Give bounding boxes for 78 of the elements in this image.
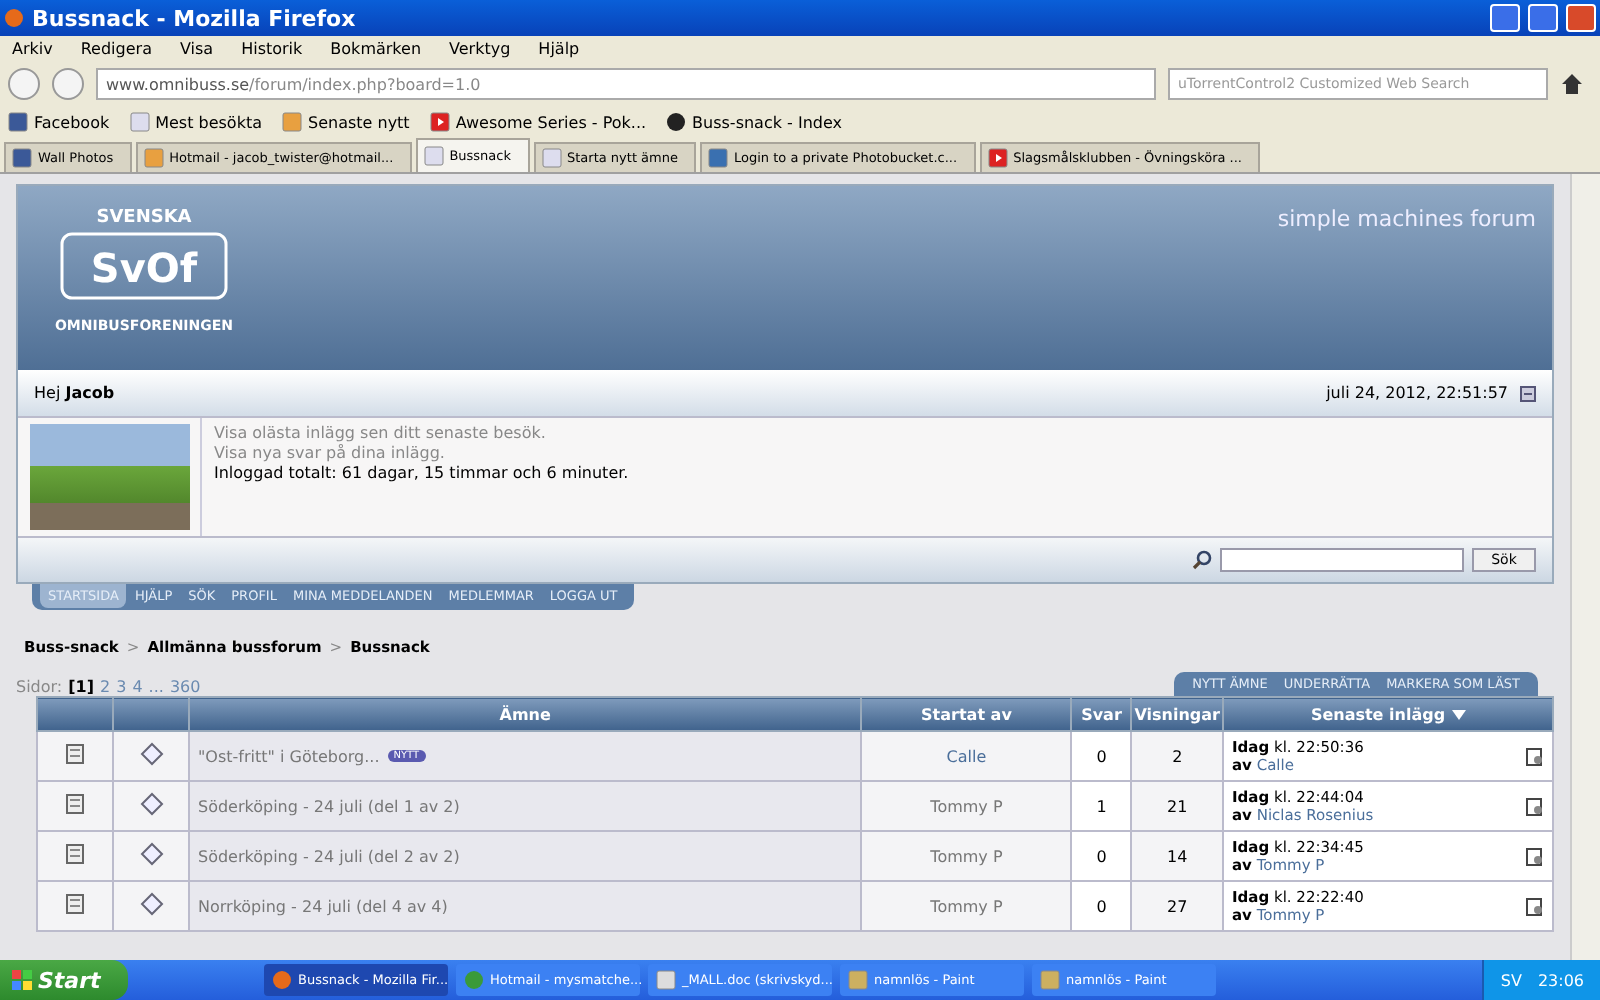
diamond-icon	[139, 792, 163, 816]
subject-cell[interactable]: Söderköping - 24 juli (del 2 av 2)	[189, 831, 862, 881]
bookmark-link[interactable]: Mest besökta	[129, 112, 262, 132]
play-icon	[987, 148, 1008, 168]
column-header[interactable]: Visningar	[1131, 697, 1223, 731]
page-icon	[541, 148, 561, 168]
diamond-icon	[139, 892, 163, 916]
diamond-icon	[139, 742, 163, 766]
info-link[interactable]: Visa olästa inlägg sen ditt senaste besök.	[214, 424, 629, 444]
close-button[interactable]	[1566, 4, 1596, 32]
views-cell: 2	[1131, 731, 1223, 781]
page-link[interactable]: 3	[116, 678, 127, 696]
window-title: Bussnack - Mozilla Firefox	[32, 5, 358, 31]
views-cell: 27	[1131, 881, 1223, 931]
page-icon	[423, 146, 444, 166]
forward-button[interactable]	[52, 68, 84, 100]
info-link[interactable]: Visa nya svar på dina inlägg.	[214, 444, 629, 464]
home-icon[interactable]	[1560, 72, 1584, 96]
replies-cell: 0	[1071, 831, 1132, 881]
circle-icon	[666, 112, 687, 132]
bookmark-link[interactable]: Buss-snack - Index	[666, 112, 842, 132]
page-link[interactable]: 360	[169, 678, 201, 696]
language-indicator[interactable]: SV	[1500, 971, 1522, 989]
restore-button[interactable]	[1528, 4, 1558, 32]
header-cell	[37, 697, 113, 731]
clock: 23:06	[1537, 971, 1584, 989]
starter-cell[interactable]: Tommy P	[861, 781, 1072, 831]
views-cell: 14	[1131, 831, 1223, 881]
menu-item[interactable]: Bokmärken	[330, 40, 422, 58]
diamond-icon	[139, 842, 163, 866]
sort-caret-icon	[1451, 709, 1466, 719]
scrollbar[interactable]	[1570, 174, 1600, 960]
search-field[interactable]	[1220, 548, 1464, 572]
start-button[interactable]: Start	[0, 960, 128, 1000]
pages-label: Sidor:	[16, 678, 63, 696]
page-link[interactable]: 4	[132, 678, 143, 696]
minimize-button[interactable]	[1490, 4, 1520, 32]
replies-cell: 1	[1071, 781, 1132, 831]
ellipsis: ...	[148, 678, 164, 696]
menu-item[interactable]: Verktyg	[449, 40, 511, 58]
menu-item[interactable]: Redigera	[80, 40, 152, 58]
last-post-icon[interactable]	[1526, 897, 1544, 915]
search-icon	[1192, 550, 1212, 570]
current-page: [1]	[68, 678, 95, 696]
last-post-icon[interactable]	[1526, 797, 1544, 815]
starter-cell[interactable]: Tommy P	[861, 831, 1072, 881]
subject-cell[interactable]: Söderköping - 24 juli (del 1 av 2)	[189, 781, 862, 831]
greeting: Hej Jacob	[34, 384, 115, 402]
menu-item[interactable]: Hjälp	[538, 40, 580, 58]
column-header[interactable]: Ämne	[189, 697, 862, 731]
starter-cell[interactable]: Calle	[861, 731, 1072, 781]
views-cell: 21	[1131, 781, 1223, 831]
header-cell	[113, 697, 189, 731]
menu-item[interactable]: Visa	[179, 40, 214, 58]
page-icon	[129, 112, 150, 132]
menu-item[interactable]: Historik	[241, 40, 303, 58]
windows-flag-icon	[12, 970, 32, 990]
last-post-icon[interactable]	[1526, 847, 1544, 865]
back-button[interactable]	[8, 68, 40, 100]
column-header[interactable]: Senaste inlägg	[1223, 697, 1553, 731]
column-header[interactable]: Svar	[1071, 697, 1132, 731]
bookmark-link[interactable]: Senaste nytt	[282, 112, 410, 132]
collapse-icon[interactable]	[1520, 385, 1536, 401]
forum-brand: simple machines forum	[1277, 206, 1536, 232]
starter-cell[interactable]: Tommy P	[861, 881, 1072, 931]
replies-cell: 0	[1071, 881, 1132, 931]
menu-item[interactable]: Arkiv	[12, 40, 53, 58]
column-header[interactable]: Startat av	[861, 697, 1072, 731]
login-total: Inloggad totalt: 61 dagar, 15 timmar och 6 minuter.	[214, 464, 629, 484]
subject-cell[interactable]: Norrköping - 24 juli (del 4 av 4)	[189, 881, 862, 931]
date-time: juli 24, 2012, 22:51:57	[1326, 384, 1508, 402]
page-link[interactable]: 2	[100, 678, 111, 696]
bookmark-link[interactable]: Facebook	[8, 112, 110, 132]
last-post-icon[interactable]	[1526, 747, 1544, 765]
replies-cell: 0	[1071, 731, 1132, 781]
play-icon	[429, 112, 450, 132]
bookmark-link[interactable]: Awesome Series - Pok...	[429, 112, 647, 132]
address-field[interactable]: www.omnibuss.se/forum/index.php?board=1.0	[96, 68, 1156, 100]
